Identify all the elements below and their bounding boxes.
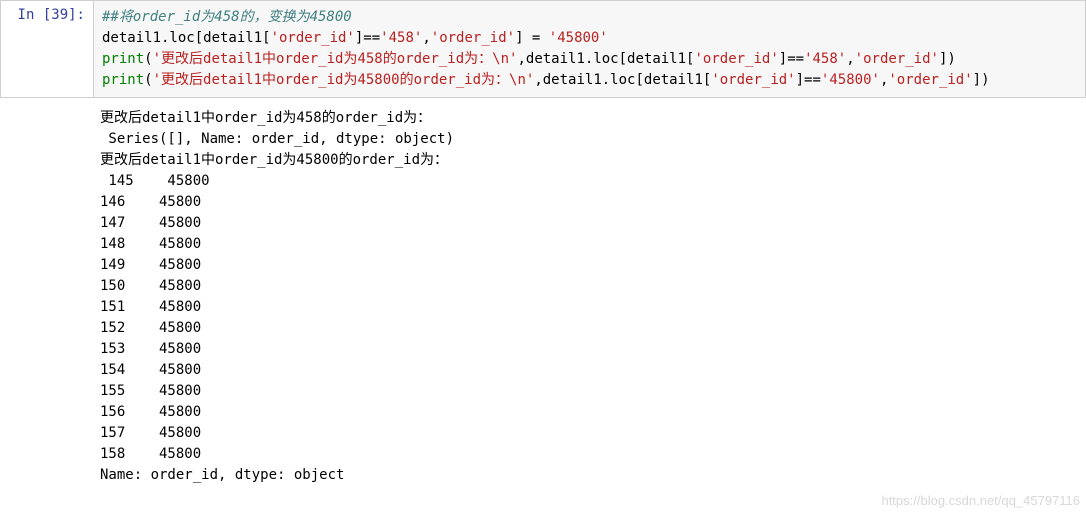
output-prompt bbox=[0, 98, 92, 492]
code-token: detail1.loc[detail1[ bbox=[102, 30, 271, 46]
code-token: ]) bbox=[939, 51, 956, 67]
code-builtin: print bbox=[102, 72, 144, 88]
code-token: ] = bbox=[515, 30, 549, 46]
code-string: 'order_id' bbox=[271, 30, 355, 46]
code-string: 'order_id' bbox=[431, 30, 515, 46]
code-string: 'order_id' bbox=[855, 51, 939, 67]
code-string: '更改后detail1中order_id为458的order_id为：\n' bbox=[153, 51, 518, 67]
code-input-area[interactable]: ##将order_id为458的，变换为45800 detail1.loc[de… bbox=[93, 1, 1085, 97]
code-token: , bbox=[846, 51, 854, 67]
output-rows: 145 45800 146 45800 147 45800 148 45800 … bbox=[100, 173, 210, 462]
output-line: 更改后detail1中order_id为458的order_id为： bbox=[100, 110, 431, 126]
code-token: ]== bbox=[355, 30, 380, 46]
code-string: '45800' bbox=[549, 30, 608, 46]
prompt-in-label: In bbox=[18, 7, 43, 23]
code-token: ,detail1.loc[detail1[ bbox=[534, 72, 711, 88]
code-string: 'order_id' bbox=[888, 72, 972, 88]
code-token: , bbox=[422, 30, 430, 46]
output-area: 更改后detail1中order_id为458的order_id为： Serie… bbox=[92, 98, 1086, 492]
code-string: 'order_id' bbox=[711, 72, 795, 88]
output-line: Name: order_id, dtype: object bbox=[100, 467, 344, 483]
output-cell: 更改后detail1中order_id为458的order_id为： Serie… bbox=[0, 98, 1086, 492]
prompt-in-number: [39]: bbox=[43, 7, 85, 23]
watermark: https://blog.csdn.net/qq_45797116 bbox=[881, 493, 1080, 508]
code-string: '更改后detail1中order_id为45800的order_id为：\n' bbox=[153, 72, 535, 88]
code-string: '458' bbox=[380, 30, 422, 46]
code-token: ( bbox=[144, 51, 152, 67]
code-token: ( bbox=[144, 72, 152, 88]
code-builtin: print bbox=[102, 51, 144, 67]
code-string: '458' bbox=[804, 51, 846, 67]
code-string: 'order_id' bbox=[694, 51, 778, 67]
code-token: ]== bbox=[796, 72, 821, 88]
code-string: '45800' bbox=[821, 72, 880, 88]
code-token: ,detail1.loc[detail1[ bbox=[517, 51, 694, 67]
input-prompt: In [39]: bbox=[1, 1, 93, 97]
output-line: 更改后detail1中order_id为45800的order_id为： bbox=[100, 152, 448, 168]
code-token: ]) bbox=[973, 72, 990, 88]
code-comment: ##将order_id为458的，变换为45800 bbox=[102, 9, 352, 25]
code-token: ]== bbox=[779, 51, 804, 67]
output-line: Series([], Name: order_id, dtype: object… bbox=[100, 131, 454, 147]
code-cell: In [39]: ##将order_id为458的，变换为45800 detai… bbox=[0, 0, 1086, 98]
